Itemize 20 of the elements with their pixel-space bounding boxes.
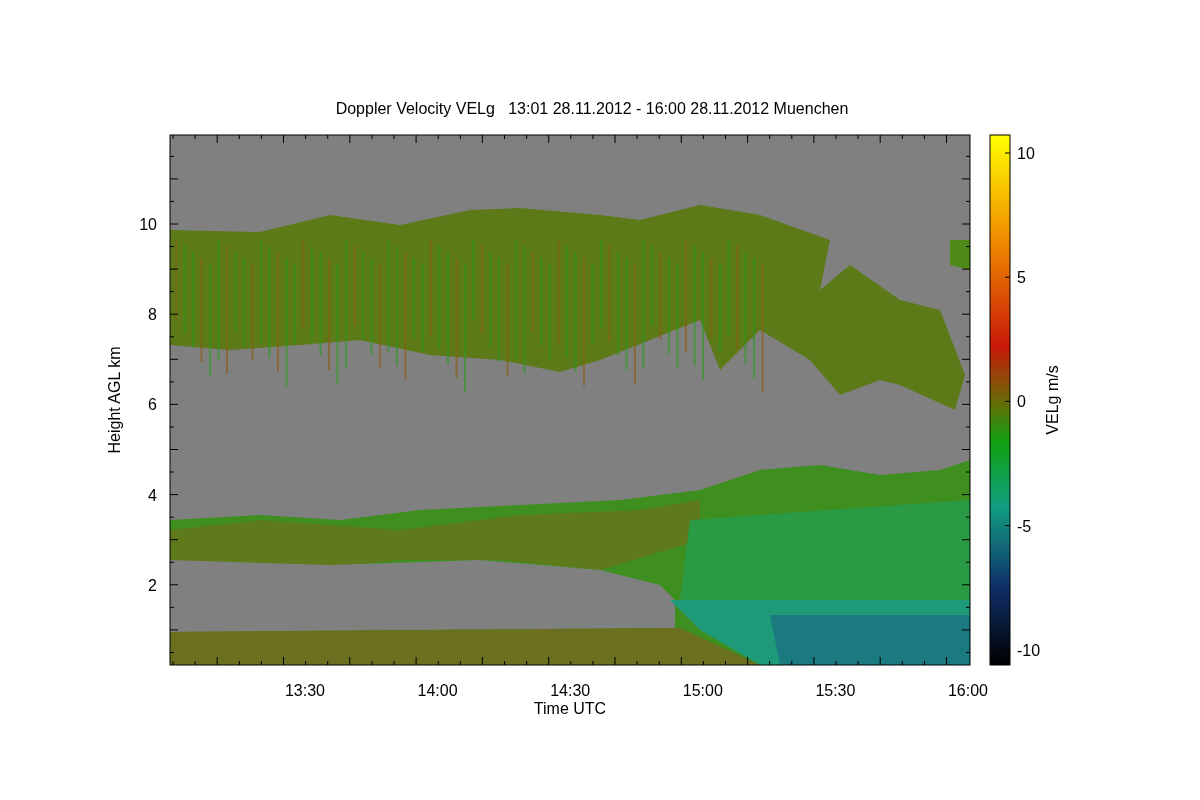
y-tick-label: 4 <box>148 486 157 504</box>
x-tick-label: 14:30 <box>550 682 591 699</box>
colorbar-tick-label: -5 <box>1017 517 1032 535</box>
colorbar-tick-label: 5 <box>1017 269 1026 287</box>
x-tick-label: 15:00 <box>682 682 723 699</box>
colorbar-label: VELg m/s <box>1044 365 1061 435</box>
colorbar-tick-label: 10 <box>1017 145 1035 162</box>
y-tick-label: 2 <box>148 576 157 594</box>
x-axis-label: Time UTC <box>533 700 607 717</box>
y-tick-label: 8 <box>148 306 157 324</box>
x-tick-label: 15:30 <box>815 682 856 699</box>
chart-title: Doppler Velocity VELg 13:01 28.11.2012 - 16:00 28.11.2012 Muenchen <box>335 100 849 117</box>
colorbar-tick-label: -10 <box>1017 641 1041 659</box>
x-tick-label: 13:30 <box>285 682 325 699</box>
y-tick-label: 10 <box>139 216 157 233</box>
y-axis-label: Height AGL km <box>106 346 123 454</box>
x-tick-label: 14:00 <box>417 682 458 699</box>
y-tick-label: 6 <box>148 396 157 414</box>
colorbar-tick-label: 0 <box>1017 393 1026 411</box>
x-tick-label: 16:00 <box>948 682 988 699</box>
